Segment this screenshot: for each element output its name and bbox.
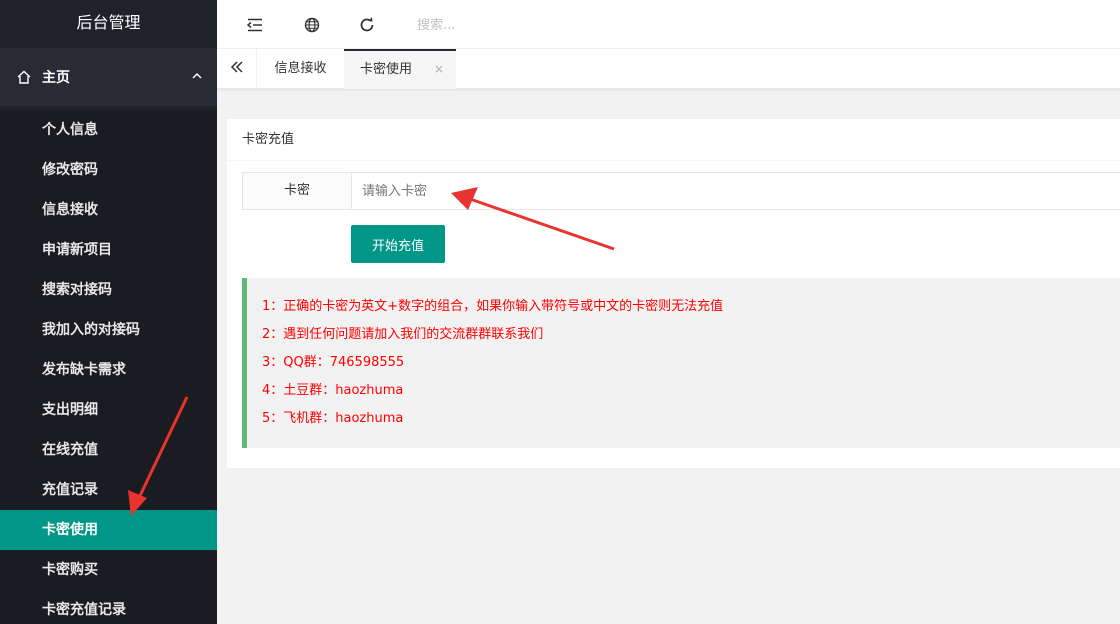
globe-icon[interactable] bbox=[303, 16, 321, 34]
tab-scroll-left-button[interactable] bbox=[217, 49, 257, 89]
sidebar-item-change-password[interactable]: 修改密码 bbox=[0, 150, 217, 190]
sidebar-item-card-buy[interactable]: 卡密购买 bbox=[0, 550, 217, 590]
home-icon bbox=[16, 69, 32, 85]
card-title: 卡密充值 bbox=[227, 119, 1120, 161]
notice-line: 1：正确的卡密为英文+数字的组合，如果你输入带符号或中文的卡密则无法充值 bbox=[262, 299, 724, 314]
sidebar-item-search-code[interactable]: 搜索对接码 bbox=[0, 270, 217, 310]
tab-messages[interactable]: 信息接收 bbox=[257, 49, 344, 89]
tab-card-use-label: 卡密使用 bbox=[360, 62, 413, 77]
double-chevron-left-icon bbox=[230, 60, 244, 78]
search-input[interactable] bbox=[417, 13, 717, 37]
sidebar-logo-title: 后台管理 bbox=[0, 0, 217, 48]
menu-fold-icon[interactable] bbox=[246, 16, 264, 34]
notice-line: 5：飞机群：haozhuma bbox=[262, 411, 404, 426]
sidebar-item-recharge-records[interactable]: 充值记录 bbox=[0, 470, 217, 510]
sidebar-item-online-recharge[interactable]: 在线充值 bbox=[0, 430, 217, 470]
tabs-bar: 信息接收 卡密使用 × bbox=[217, 49, 1120, 89]
sidebar-item-profile[interactable]: 个人信息 bbox=[0, 110, 217, 150]
sidebar-subnav: 个人信息 修改密码 信息接收 申请新项目 搜索对接码 我加入的对接码 发布缺卡需… bbox=[0, 110, 217, 624]
start-recharge-button[interactable]: 开始充值 bbox=[351, 225, 445, 263]
sidebar-item-home[interactable]: 主页 bbox=[0, 48, 217, 106]
tab-card-use[interactable]: 卡密使用 × bbox=[344, 49, 456, 89]
refresh-icon[interactable] bbox=[358, 16, 376, 34]
card-key-label: 卡密 bbox=[242, 172, 352, 210]
notice-line: 2：遇到任何问题请加入我们的交流群群联系我们 bbox=[262, 327, 544, 342]
recharge-card: 卡密充值 卡密 开始充值 1：正确的卡密为英文+数字的组合，如果你输入带符号或中… bbox=[227, 119, 1120, 468]
sidebar-item-post-demand[interactable]: 发布缺卡需求 bbox=[0, 350, 217, 390]
sidebar-item-card-use[interactable]: 卡密使用 bbox=[0, 510, 217, 550]
notice-line: 4：土豆群：haozhuma bbox=[262, 383, 404, 398]
notice-line: 3：QQ群：746598555 bbox=[262, 355, 405, 370]
notice-box: 1：正确的卡密为英文+数字的组合，如果你输入带符号或中文的卡密则无法充值 2：遇… bbox=[242, 278, 1120, 448]
sidebar-item-expenses[interactable]: 支出明细 bbox=[0, 390, 217, 430]
sidebar-item-card-recharge-records[interactable]: 卡密充值记录 bbox=[0, 590, 217, 624]
sidebar-item-apply-project[interactable]: 申请新项目 bbox=[0, 230, 217, 270]
sidebar-item-my-codes[interactable]: 我加入的对接码 bbox=[0, 310, 217, 350]
tab-messages-label: 信息接收 bbox=[274, 61, 327, 76]
sidebar-item-messages[interactable]: 信息接收 bbox=[0, 190, 217, 230]
sidebar-item-home-label: 主页 bbox=[42, 70, 70, 86]
close-icon[interactable]: × bbox=[434, 51, 444, 88]
chevron-up-icon bbox=[191, 70, 203, 82]
sidebar: 后台管理 主页 个人信息 修改密码 信息接收 申请新项目 搜索对接码 我加入的对… bbox=[0, 0, 217, 624]
card-key-input[interactable] bbox=[351, 172, 1120, 210]
top-header bbox=[217, 0, 1120, 49]
